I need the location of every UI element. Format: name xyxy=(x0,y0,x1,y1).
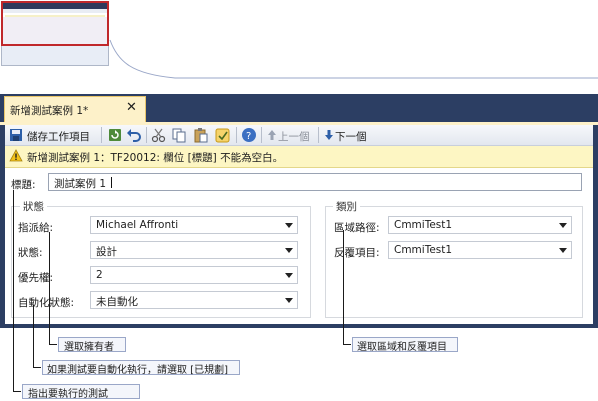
paste-icon[interactable] xyxy=(193,127,209,143)
callout-line-assignee xyxy=(49,344,57,345)
text-caret xyxy=(111,177,112,188)
chevron-down-icon xyxy=(285,273,293,278)
assign-icon[interactable] xyxy=(215,127,231,143)
area-path-label: 區域路徑: xyxy=(334,222,380,234)
title-label: 標題: xyxy=(11,179,36,191)
chevron-down-icon xyxy=(285,223,293,228)
state-dropdown[interactable]: 設計 xyxy=(90,241,298,259)
automation-status-label: 自動化狀態: xyxy=(18,297,75,309)
iteration-value: CmmiTest1 xyxy=(394,244,453,256)
assigned-to-dropdown[interactable]: Michael Affronti xyxy=(90,216,298,234)
assigned-to-label: 指派給: xyxy=(18,222,54,234)
frame-right xyxy=(593,125,598,328)
copy-icon[interactable] xyxy=(171,127,187,143)
previous-button[interactable]: 上一個 xyxy=(278,129,310,144)
chevron-down-icon xyxy=(285,298,293,303)
automation-status-dropdown[interactable]: 未自動化 xyxy=(90,291,298,309)
title-value: 測試案例 1 xyxy=(54,178,107,190)
callout-line-area xyxy=(343,230,344,345)
down-arrow-icon xyxy=(325,130,333,140)
assigned-to-value: Michael Affronti xyxy=(96,219,179,231)
callout-line-automation xyxy=(33,305,34,368)
callout-area: 選取區域和反覆項目 xyxy=(357,342,447,353)
help-icon[interactable]: ? xyxy=(241,127,257,143)
callout-automation: 如果測試要自動化執行，請選取 [已規劃] xyxy=(47,365,228,376)
automation-status-value: 未自動化 xyxy=(96,296,138,308)
area-path-dropdown[interactable]: CmmiTest1 xyxy=(388,216,572,234)
toolbar-separator xyxy=(236,127,237,143)
state-label: 狀態: xyxy=(18,247,43,259)
chevron-down-icon xyxy=(559,248,567,253)
save-icon[interactable] xyxy=(9,127,23,143)
warning-message: 新增測試案例 1：TF20012: 欄位 [標題] 不能為空白。 xyxy=(27,152,284,164)
priority-value: 2 xyxy=(96,269,103,281)
zoom-connector-line xyxy=(109,39,598,79)
tab-title: 新增測試案例 1* xyxy=(10,105,89,117)
refresh-icon[interactable] xyxy=(108,127,124,143)
svg-text:?: ? xyxy=(246,131,251,142)
priority-dropdown[interactable]: 2 xyxy=(90,266,298,284)
callout-assignee: 選取擁有者 xyxy=(64,342,114,353)
classification-group-label: 類別 xyxy=(333,199,360,214)
save-work-item-button[interactable]: 儲存工作項目 xyxy=(27,129,90,144)
cut-icon[interactable] xyxy=(151,127,167,143)
up-arrow-icon xyxy=(268,130,276,140)
callout-line-automation xyxy=(33,367,41,368)
undo-icon[interactable] xyxy=(126,127,142,143)
next-button[interactable]: 下一個 xyxy=(335,129,367,144)
callout-line-assignee xyxy=(49,232,50,345)
area-path-value: CmmiTest1 xyxy=(394,219,453,231)
chevron-down-icon xyxy=(285,248,293,253)
toolbar-separator xyxy=(146,127,147,143)
title-input[interactable] xyxy=(48,173,582,191)
callout-title: 指出要執行的測試 xyxy=(28,389,108,400)
chevron-down-icon xyxy=(559,223,567,228)
toolbar-separator xyxy=(261,127,262,143)
zoom-connector xyxy=(109,39,598,79)
iteration-dropdown[interactable]: CmmiTest1 xyxy=(388,241,572,259)
warning-icon xyxy=(9,149,23,162)
status-group-label: 狀態 xyxy=(20,199,47,214)
tab-close-button[interactable]: ✕ xyxy=(126,100,137,115)
toolbar-separator xyxy=(318,127,319,143)
callout-line-title xyxy=(13,190,14,392)
state-value: 設計 xyxy=(96,246,117,258)
frame-bottom xyxy=(0,324,598,328)
callout-line-title xyxy=(13,391,21,392)
callout-line-area xyxy=(343,344,351,345)
iteration-label: 反覆項目: xyxy=(334,247,380,259)
priority-label: 優先權: xyxy=(18,272,54,284)
toolbar-separator xyxy=(101,127,102,143)
